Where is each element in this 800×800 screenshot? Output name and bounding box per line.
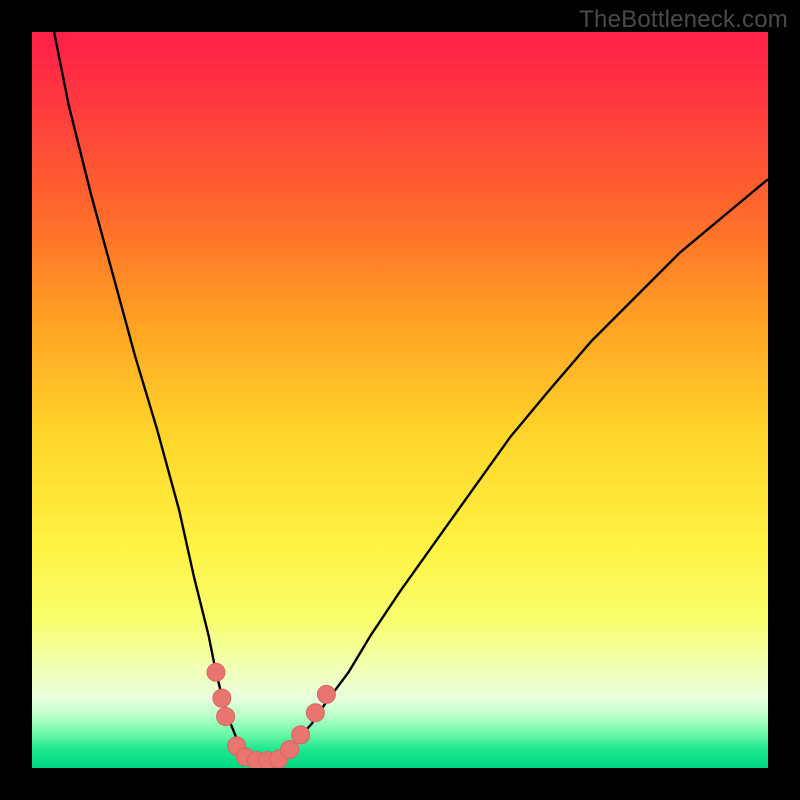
data-point — [217, 708, 235, 726]
data-point — [281, 741, 299, 759]
data-markers — [207, 663, 335, 768]
curve-layer — [32, 32, 768, 768]
chart-frame: TheBottleneck.com — [0, 0, 800, 800]
data-point — [207, 663, 225, 681]
plot-area — [32, 32, 768, 768]
data-point — [213, 689, 231, 707]
bottleneck-curve — [54, 32, 768, 761]
watermark-text: TheBottleneck.com — [579, 6, 788, 34]
data-point — [306, 704, 324, 722]
data-point — [317, 685, 335, 703]
data-point — [292, 726, 310, 744]
